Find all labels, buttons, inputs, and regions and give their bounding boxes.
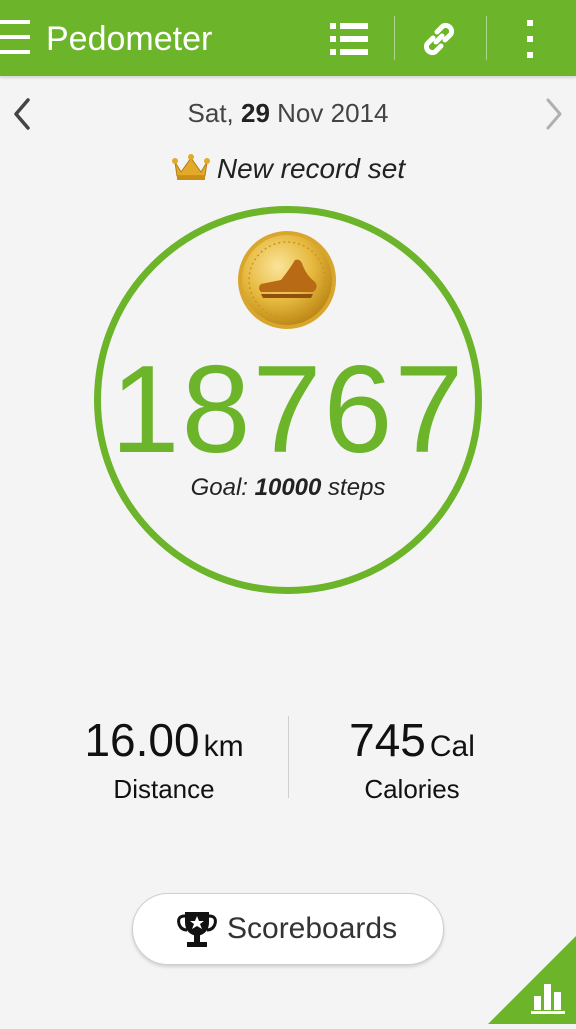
calories-value: 745: [349, 714, 426, 766]
shoe-medal-icon: [237, 230, 337, 330]
appbar-divider: [486, 16, 487, 60]
appbar-divider: [394, 16, 395, 60]
distance-stat: 16.00 km Distance: [24, 712, 304, 805]
menu-icon[interactable]: [0, 20, 30, 54]
distance-value: 16.00: [84, 714, 200, 766]
new-record-banner: New record set: [0, 152, 576, 196]
crown-icon: [171, 152, 211, 182]
distance-label: Distance: [113, 774, 215, 804]
goal-prefix: Goal:: [190, 474, 248, 501]
app-bar: Pedometer: [0, 0, 576, 76]
date-weekday: Sat,: [187, 98, 234, 128]
date-month-year: Nov 2014: [277, 98, 389, 128]
scoreboards-button[interactable]: Scoreboards: [132, 893, 444, 965]
more-vert-icon[interactable]: [512, 16, 548, 62]
calories-unit: Cal: [429, 730, 475, 763]
goal-value: 10000: [254, 474, 322, 501]
trophy-icon: [177, 908, 217, 950]
goal-text: Goal: 10000 steps: [0, 474, 576, 502]
step-count: 18767: [110, 341, 466, 479]
goal-suffix: steps: [328, 474, 386, 501]
link-icon[interactable]: [416, 16, 462, 62]
calories-label: Calories: [364, 774, 460, 804]
app-title: Pedometer: [46, 20, 213, 58]
current-date: Sat, 29 Nov 2014: [0, 98, 576, 129]
bar-chart-icon[interactable]: [488, 936, 576, 1024]
date-day: 29: [241, 98, 270, 128]
distance-unit: km: [203, 730, 244, 763]
list-icon[interactable]: [326, 18, 372, 60]
scoreboards-label: Scoreboards: [227, 912, 398, 945]
new-record-text: New record set: [216, 153, 406, 184]
chevron-right-icon[interactable]: [538, 94, 568, 134]
date-navigation: Sat, 29 Nov 2014: [0, 88, 576, 142]
calories-stat: 745 Cal Calories: [272, 712, 552, 805]
